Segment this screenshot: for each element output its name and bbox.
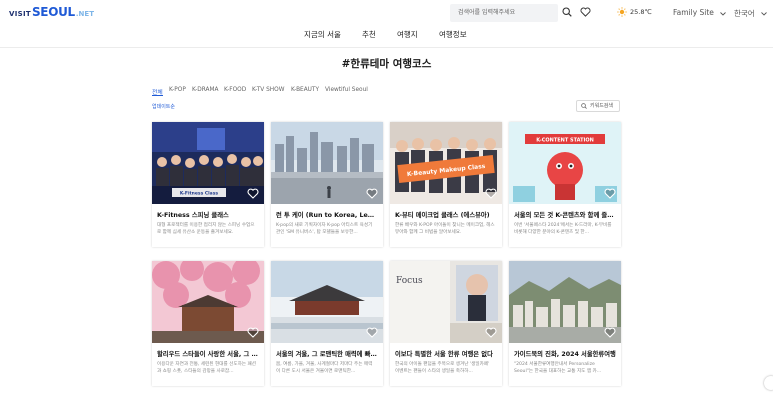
course-card[interactable]: K-CONTENT STATION 서울의 모든 것 K-콘텐츠와 함께 즐기기…: [509, 122, 621, 247]
sort-update-button[interactable]: 업데이트순: [152, 103, 175, 110]
card-description: 대형 프로젝터를 이용한 접리지 않는 스피닝 수업으로 함께 심세 유산소 운…: [157, 223, 255, 235]
heart-icon[interactable]: [485, 327, 497, 338]
thumb-text: K-CONTENT STATION: [536, 138, 594, 144]
logo-visit: VISIT: [9, 10, 31, 18]
language-select[interactable]: 한국어: [734, 8, 755, 19]
tab-kfood[interactable]: K-FOOD: [224, 87, 246, 93]
page-title: #한류테마 여행코스: [341, 58, 432, 70]
tab-kpop[interactable]: K-POP: [169, 87, 186, 93]
chevron-down-icon: [761, 12, 767, 16]
search-icon: [581, 103, 587, 109]
nav-item-now-seoul[interactable]: 지금의 서울: [304, 29, 341, 40]
card-description: 이번 '서울페스타 2024'에서는 K-드라마, K-무비를 비롯해 다양한 …: [514, 223, 612, 235]
heart-icon[interactable]: [366, 327, 378, 338]
chevron-down-icon: [720, 12, 726, 16]
card-description: 한국의 아이돌 팬덤을 주목으로 생겨난 '생일카페' 이벤트는 팬들이 스타의…: [395, 362, 490, 374]
heart-icon[interactable]: [247, 327, 259, 338]
course-card[interactable]: 할리우드 스타들이 사랑한 서울, 그 현장속으로 이용다운 자연과 전통, 세…: [152, 261, 264, 386]
weather-sun-icon: [617, 7, 627, 17]
weather-temperature: 25.8℃: [630, 8, 652, 16]
card-title[interactable]: 가이드북의 진화, 2024 서울한류여행: [514, 349, 616, 358]
course-card[interactable]: 가이드북의 진화, 2024 서울한류여행 "2024 서울한류여행안내서 Pe…: [509, 261, 621, 386]
card-title[interactable]: 서울의 모든 것 K-콘텐츠와 함께 즐기기: [514, 210, 616, 219]
heart-icon[interactable]: [485, 188, 497, 199]
card-title[interactable]: K-뷰티 메이크업 클래스 (에스뷰아): [395, 210, 497, 219]
nav-item-recommend[interactable]: 추천: [362, 29, 376, 40]
card-description: 봄, 여름, 가을, 겨울, 사계절마다 저마다 주는 매력이 다른 도시 서울…: [276, 362, 373, 374]
course-card[interactable]: 런 투 케이 (Run to Korea, Learn to K-pop) K-…: [271, 122, 383, 247]
search-icon[interactable]: [562, 7, 572, 17]
card-description: 한류 배우와 K-POP 아이돌이 찾니는 메이크업, 헤스뷰아와 함께 그 비…: [395, 223, 495, 235]
course-card[interactable]: K-Beauty Makeup Class K-뷰티 메이크업 클래스 (에스뷰…: [390, 122, 502, 247]
tab-ktv-show[interactable]: K-TV SHOW: [252, 87, 284, 93]
scroll-next-button[interactable]: [764, 376, 773, 390]
card-title[interactable]: 서울의 겨울, 그 로맨틱한 매력에 빠지다: [276, 349, 378, 358]
card-title[interactable]: 할리우드 스타들이 사랑한 서울, 그 현장속으로: [157, 349, 259, 358]
nav-item-destinations[interactable]: 여행지: [397, 29, 418, 40]
nav-item-travel-info[interactable]: 여행정보: [439, 29, 467, 40]
thumb-text: Focus: [396, 276, 423, 286]
heart-icon[interactable]: [604, 327, 616, 338]
main-navigation: 지금의 서울 추천 여행지 여행정보: [0, 29, 773, 43]
tab-viewtiful-seoul[interactable]: Viewtiful Seoul: [325, 87, 368, 93]
heart-icon[interactable]: [366, 188, 378, 199]
favorites-heart-icon[interactable]: [580, 7, 591, 17]
tab-kbeauty[interactable]: K-BEAUTY: [291, 87, 319, 93]
card-title[interactable]: 런 투 케이 (Run to Korea, Learn to K-pop): [276, 210, 378, 219]
thumb-text: K-Fitness Class: [180, 191, 218, 197]
card-title[interactable]: K-Fitness 스피닝 클래스: [157, 210, 259, 219]
visit-seoul-logo[interactable]: VISIT SEOUL .NET: [9, 5, 94, 19]
logo-net: .NET: [75, 10, 94, 18]
active-tab-indicator: [152, 95, 163, 96]
card-title[interactable]: 이보다 특별한 서울 한류 여행은 없다: [395, 349, 497, 358]
tab-kdrama[interactable]: K-DRAMA: [192, 87, 218, 93]
heart-icon[interactable]: [247, 188, 259, 199]
card-description: K-pop의 새로 기획자이자 K-pop 아티스트 육성기관인 'SM 유니버…: [276, 223, 373, 235]
course-card[interactable]: Focus 이보다 특별한 서울 한류 여행은 없다 한국의 아이돌 팬덤을 주…: [390, 261, 502, 386]
search-input[interactable]: 검색어를 입력해주세요: [450, 4, 558, 22]
card-description: "2024 서울한류여행안내서 Personalize Seoul"는 한국을 …: [514, 362, 602, 374]
course-card[interactable]: K-Fitness Class K-Fitness 스피닝 클래스 대형 프로젝…: [152, 122, 264, 247]
course-card[interactable]: 서울의 겨울, 그 로맨틱한 매력에 빠지다 봄, 여름, 가을, 겨울, 사계…: [271, 261, 383, 386]
logo-seoul: SEOUL: [31, 5, 75, 19]
family-site-select[interactable]: Family Site: [673, 8, 714, 17]
card-description: 이용다운 자연과 전통, 세련된 현대를 선도하는 패션과 쇼핑 스폿, 스타들…: [157, 362, 256, 374]
heart-icon[interactable]: [604, 188, 616, 199]
site-header: VISIT SEOUL .NET 검색어를 입력해주세요 25.8℃ Famil…: [0, 0, 773, 48]
